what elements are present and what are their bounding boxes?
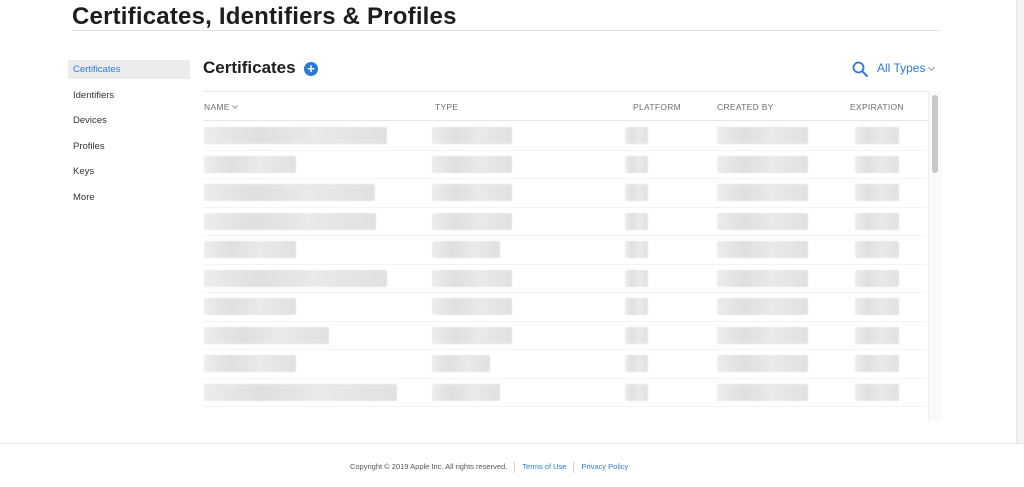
column-header-expiration[interactable]: EXPIRATION [850,102,904,112]
column-header-type[interactable]: TYPE [435,102,458,112]
add-certificate-button[interactable]: + [304,62,318,76]
chevron-down-icon [928,63,936,72]
section-title: Certificates [203,58,296,77]
table-row[interactable] [203,122,927,151]
redacted-type [432,127,512,144]
redacted-expiration [855,298,899,315]
redacted-expiration [855,383,899,401]
redacted-type [432,383,500,401]
redacted-created-by [717,155,808,173]
redacted-created-by [717,127,808,144]
redacted-created-by [717,269,808,287]
redacted-platform [625,298,648,315]
redacted-type [432,269,512,287]
table-row[interactable] [203,236,927,265]
certificates-table: NAME TYPE PLATFORM CREATED BY EXPIRATION [203,91,941,421]
redacted-created-by [717,326,808,344]
redacted-name [204,326,329,344]
search-icon[interactable] [852,61,868,77]
redacted-created-by [717,212,808,230]
window-edge [1016,0,1024,443]
footer-links: Copyright © 2019 Apple Inc. All rights r… [350,462,628,473]
column-header-name[interactable]: NAME [204,102,238,112]
sidebar-item-keys[interactable]: Keys [68,162,190,181]
table-row[interactable] [203,179,927,208]
redacted-name [204,212,376,230]
redacted-platform [625,127,648,144]
scrollbar-thumb[interactable] [932,95,938,173]
sidebar-item-more[interactable]: More [68,188,190,207]
page-title: Certificates, Identifiers & Profiles [72,3,457,30]
redacted-platform [625,155,648,173]
redacted-expiration [855,155,899,173]
footer-divider [573,462,575,473]
redacted-expiration [855,212,899,230]
redacted-type [432,184,512,201]
redacted-type [432,298,512,315]
redacted-platform [625,383,648,401]
table-header: NAME TYPE PLATFORM CREATED BY EXPIRATION [203,92,927,121]
table-row[interactable] [203,322,927,350]
redacted-expiration [855,241,899,258]
redacted-type [432,355,490,372]
type-filter-dropdown[interactable]: All Types [877,61,936,75]
page-header: Certificates, Identifiers & Profiles [72,0,941,31]
footer-divider [514,462,516,473]
redacted-type [432,155,512,173]
redacted-platform [625,212,648,230]
table-body [203,122,927,407]
sidebar: Certificates Identifiers Devices Profile… [68,60,190,214]
redacted-platform [625,241,648,258]
redacted-created-by [717,383,808,401]
sidebar-item-devices[interactable]: Devices [68,111,190,130]
redacted-created-by [717,241,808,258]
redacted-name [204,241,296,258]
table-row[interactable] [203,379,927,407]
redacted-name [204,383,397,401]
table-row[interactable] [203,208,927,236]
redacted-expiration [855,326,899,344]
redacted-expiration [855,355,899,372]
table-row[interactable] [203,293,927,322]
column-header-created-by[interactable]: CREATED BY [717,102,774,112]
redacted-platform [625,269,648,287]
redacted-expiration [855,184,899,201]
redacted-type [432,241,500,258]
sort-chevron-icon [231,103,238,109]
redacted-platform [625,326,648,344]
redacted-name [204,127,387,144]
redacted-type [432,212,512,230]
redacted-type [432,326,512,344]
column-header-label: NAME [204,102,230,112]
table-scrollbar[interactable] [928,91,941,421]
redacted-name [204,184,375,201]
table-row[interactable] [203,350,927,379]
sidebar-item-identifiers[interactable]: Identifiers [68,86,190,105]
column-header-platform[interactable]: PLATFORM [633,102,681,112]
redacted-name [204,155,296,173]
type-filter-label: All Types [877,61,926,75]
redacted-platform [625,184,648,201]
redacted-name [204,298,296,315]
table-row[interactable] [203,265,927,293]
terms-of-use-link[interactable]: Terms of Use [522,462,566,471]
copyright-text: Copyright © 2019 Apple Inc. All rights r… [350,462,508,472]
redacted-name [204,269,387,287]
sidebar-item-certificates[interactable]: Certificates [68,60,190,79]
redacted-created-by [717,298,808,315]
privacy-policy-link[interactable]: Privacy Policy [581,462,628,471]
redacted-expiration [855,127,899,144]
redacted-expiration [855,269,899,287]
page-footer: Copyright © 2019 Apple Inc. All rights r… [0,443,1024,487]
redacted-created-by [717,355,808,372]
redacted-created-by [717,184,808,201]
redacted-platform [625,355,648,372]
redacted-name [204,355,296,372]
table-row[interactable] [203,151,927,179]
sidebar-item-profiles[interactable]: Profiles [68,137,190,156]
